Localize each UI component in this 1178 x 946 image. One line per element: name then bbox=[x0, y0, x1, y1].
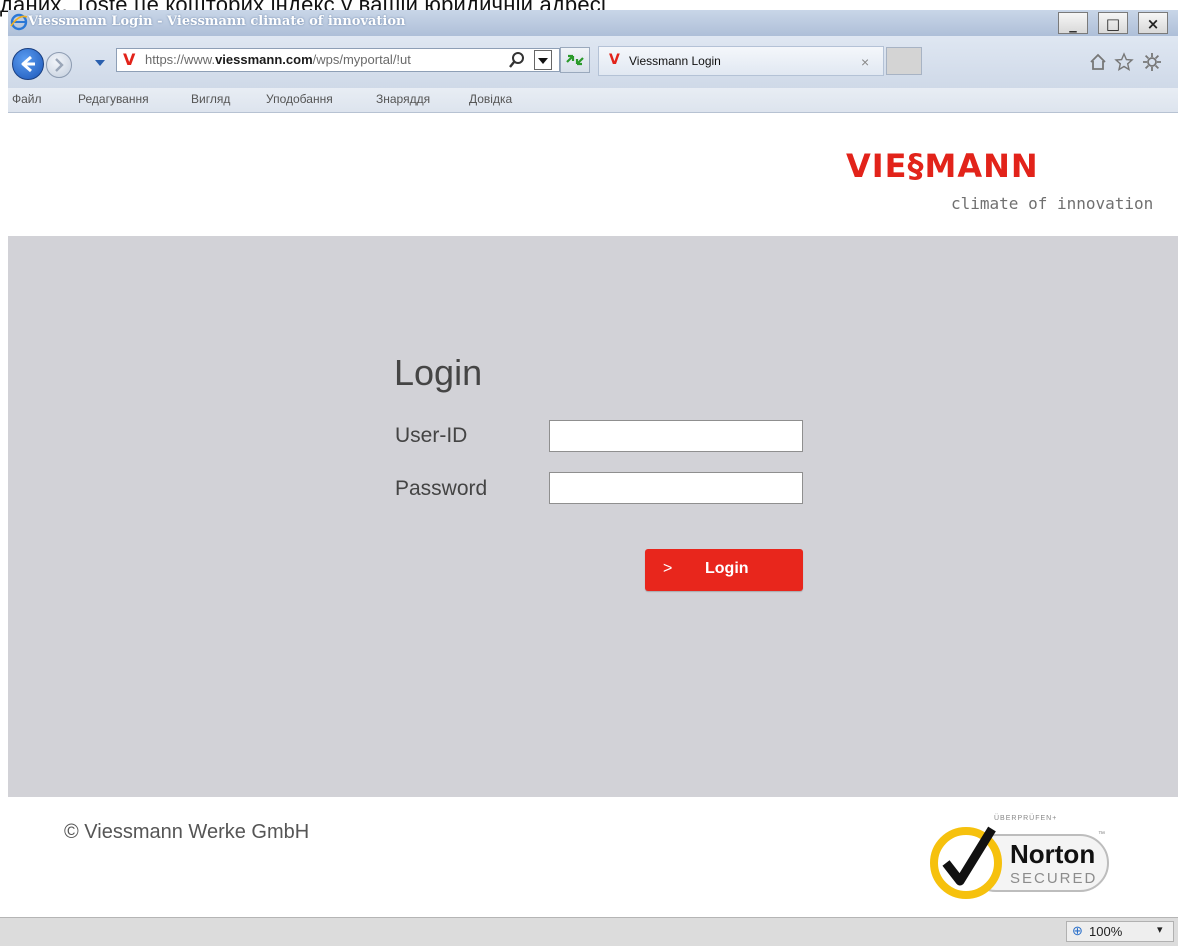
menu-item-tools[interactable]: Знаряддя bbox=[376, 92, 430, 106]
tab-viessmann-login[interactable]: V Viessmann Login × bbox=[598, 46, 884, 76]
brand-tagline: climate of innovation bbox=[951, 194, 1154, 213]
menu-item-view[interactable]: Вигляд bbox=[191, 92, 230, 106]
login-panel: Login User-ID Password > Login bbox=[8, 236, 1178, 797]
minimize-button[interactable]: _ bbox=[1058, 12, 1088, 34]
status-bar: ⊕ 100% ▾ bbox=[0, 917, 1178, 946]
gear-icon[interactable] bbox=[1142, 52, 1162, 72]
tab-title: Viessmann Login bbox=[629, 54, 721, 68]
zoom-control[interactable]: ⊕ 100% ▾ bbox=[1066, 921, 1174, 942]
address-url: https://www.viessmann.com/wps/myportal/!… bbox=[145, 52, 411, 67]
zoom-icon: ⊕ bbox=[1072, 923, 1083, 938]
login-button-label: Login bbox=[705, 560, 749, 577]
login-title: Login bbox=[394, 352, 483, 393]
copyright-text: © Viessmann Werke GmbH bbox=[64, 821, 310, 843]
tab-favicon-icon: V bbox=[609, 52, 620, 68]
site-favicon-icon: V bbox=[123, 50, 136, 69]
norton-secured-text: SECURED bbox=[1010, 870, 1098, 887]
close-window-button[interactable]: × bbox=[1138, 12, 1168, 34]
menu-item-edit[interactable]: Редагування bbox=[78, 92, 149, 106]
new-tab-button[interactable] bbox=[886, 47, 922, 75]
chevron-down-icon bbox=[538, 58, 548, 64]
refresh-icon bbox=[566, 54, 584, 66]
zoom-dropdown-icon: ▾ bbox=[1157, 924, 1163, 936]
password-label: Password bbox=[395, 477, 488, 500]
user-id-input[interactable] bbox=[549, 420, 803, 452]
maximize-button[interactable]: □ bbox=[1098, 12, 1128, 34]
history-dropdown-icon[interactable] bbox=[94, 58, 106, 68]
forward-button[interactable] bbox=[46, 52, 72, 78]
address-bar[interactable]: V https://www.viessmann.com/wps/myportal… bbox=[116, 48, 560, 72]
norton-top-text: ÜBERPRÜFEN+ bbox=[994, 815, 1058, 822]
tab-close-icon[interactable]: × bbox=[861, 54, 869, 70]
forward-arrow-icon bbox=[55, 58, 64, 72]
menu-item-help[interactable]: Довідка bbox=[469, 92, 512, 106]
menu-bar: Файл Редагування Вигляд Уподобання Знаря… bbox=[8, 88, 1178, 113]
norton-secured-seal[interactable]: ÜBERPRÜFEN+ ™ Norton SECURED bbox=[928, 815, 1118, 905]
window-title: Viessmann Login - Viessmann climate of i… bbox=[28, 14, 406, 29]
address-dropdown-button[interactable] bbox=[534, 50, 552, 70]
home-icon[interactable] bbox=[1088, 52, 1108, 72]
page-header: VIE§MANN climate of innovation bbox=[8, 113, 1178, 236]
menu-item-favorites[interactable]: Уподобання bbox=[266, 92, 333, 106]
menu-item-file[interactable]: Файл bbox=[12, 92, 42, 106]
window-titlebar: Viessmann Login - Viessmann climate of i… bbox=[8, 10, 1178, 36]
navigation-bar: V https://www.viessmann.com/wps/myportal… bbox=[8, 36, 1178, 88]
user-id-label: User-ID bbox=[395, 424, 468, 447]
zoom-level: 100% bbox=[1089, 924, 1123, 939]
password-input[interactable] bbox=[549, 472, 803, 504]
norton-name: Norton bbox=[1010, 839, 1096, 869]
login-button[interactable]: > Login bbox=[645, 549, 803, 591]
favorites-star-icon[interactable] bbox=[1114, 52, 1134, 72]
viessmann-logo: VIE§MANN bbox=[846, 147, 1039, 185]
ie-logo-icon bbox=[10, 13, 28, 31]
page-footer: © Viessmann Werke GmbH ÜBERPRÜFEN+ ™ Nor… bbox=[8, 797, 1178, 917]
back-arrow-icon bbox=[21, 55, 35, 73]
search-icon[interactable] bbox=[508, 51, 526, 69]
compatibility-button[interactable] bbox=[560, 47, 590, 73]
chevron-right-icon: > bbox=[663, 560, 673, 577]
back-button[interactable] bbox=[12, 48, 44, 80]
